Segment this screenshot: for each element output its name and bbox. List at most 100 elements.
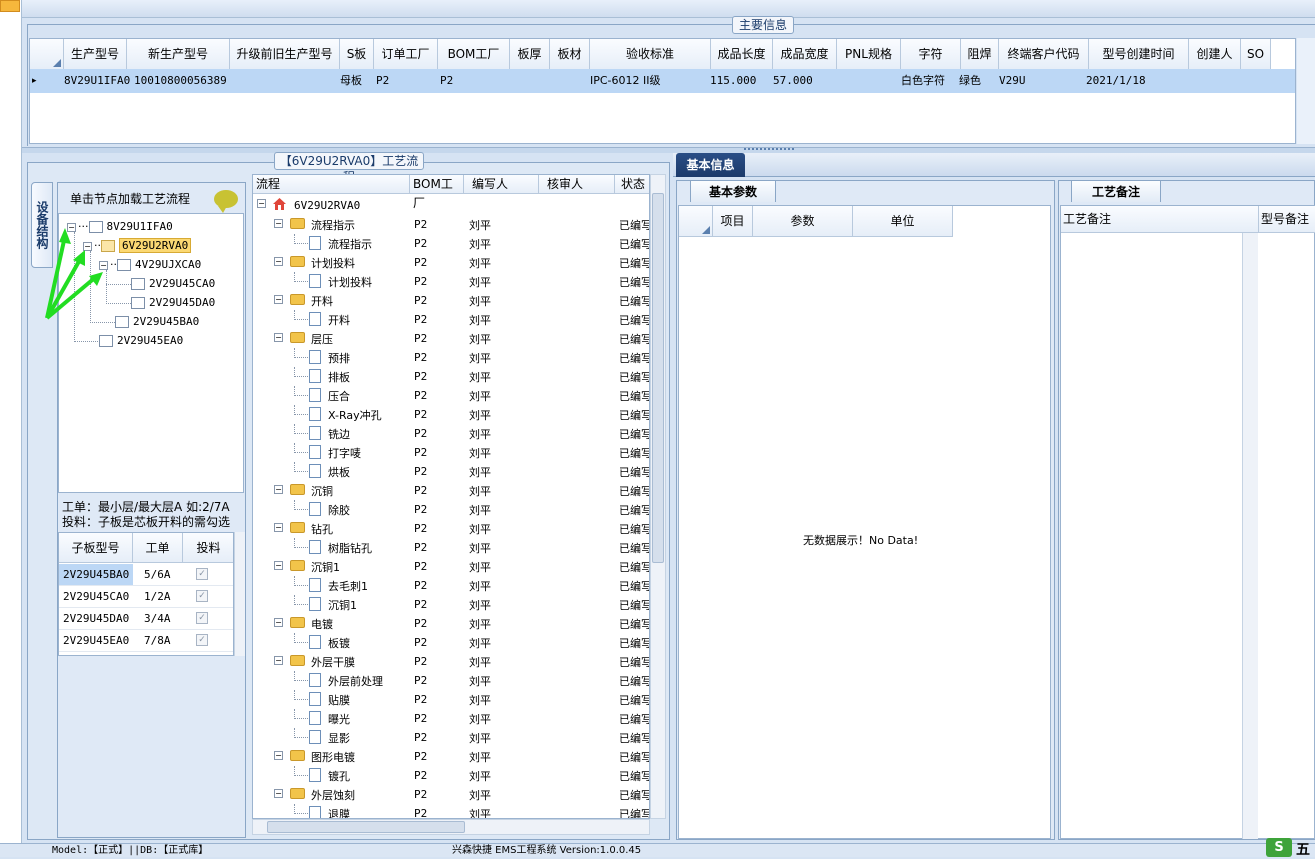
col-width[interactable]: 成品宽度 (773, 39, 837, 70)
process-step-row[interactable]: 流程指示 P2 刘平 已编写 (253, 234, 649, 253)
process-group-row[interactable]: − 钻孔 P2 刘平 已编写 (253, 519, 649, 538)
process-step-row[interactable]: 除胶 P2 刘平 已编写 (253, 500, 649, 519)
process-group-row[interactable]: − 图形电镀 P2 刘平 已编写 (253, 747, 649, 766)
process-group-row[interactable]: − 沉铜1 P2 刘平 已编写 (253, 557, 649, 576)
process-group-row[interactable]: − 沉铜 P2 刘平 已编写 (253, 481, 649, 500)
tree-node[interactable]: 2V29U45BA0 (115, 315, 199, 328)
table-row[interactable]: ▸ 8V29U1IFA0 10010800056389 母板 P2 P2 IPC… (30, 69, 1295, 93)
process-step-row[interactable]: 退膜 P2 刘平 已编写 (253, 804, 649, 818)
process-step-row[interactable]: 贴膜 P2 刘平 已编写 (253, 690, 649, 709)
col-mask[interactable]: 阻焊 (961, 39, 999, 70)
process-group-row[interactable]: − 外层蚀刻 P2 刘平 已编写 (253, 785, 649, 804)
col-sub-order[interactable]: 工单 (133, 533, 183, 563)
collapse-icon[interactable]: − (274, 257, 283, 266)
col-character[interactable]: 字符 (901, 39, 961, 70)
col-customer[interactable]: 终端客户代码 (999, 39, 1089, 70)
col-author[interactable]: 编写人 (464, 175, 539, 194)
tab-basic-param[interactable]: 基本参数 (690, 180, 776, 202)
process-step-row[interactable]: 去毛刺1 P2 刘平 已编写 (253, 576, 649, 595)
col-status[interactable]: 状态 (615, 175, 649, 194)
feed-checkbox[interactable]: ✓ (196, 634, 208, 646)
process-step-row[interactable]: 曝光 P2 刘平 已编写 (253, 709, 649, 728)
grid-corner[interactable] (679, 206, 713, 237)
process-step-row[interactable]: 沉铜1 P2 刘平 已编写 (253, 595, 649, 614)
col-process-remark[interactable]: 工艺备注 (1061, 206, 1259, 233)
col-material[interactable]: 板材 (550, 39, 590, 70)
feed-checkbox[interactable]: ✓ (196, 568, 208, 580)
col-standard[interactable]: 验收标准 (590, 39, 711, 70)
collapse-icon[interactable]: − (274, 295, 283, 304)
col-thickness[interactable]: 板厚 (510, 39, 550, 70)
table-row[interactable]: 2V29U45BA0 5/6A ✓ (59, 564, 233, 586)
col-model-remark[interactable]: 型号备注 (1259, 206, 1315, 233)
process-step-row[interactable]: 铣边 P2 刘平 已编写 (253, 424, 649, 443)
tree-node[interactable]: 2V29U45EA0 (99, 334, 183, 347)
process-group-row[interactable]: − 计划投料 P2 刘平 已编写 (253, 253, 649, 272)
main-grid-scroll[interactable] (1297, 38, 1315, 144)
process-group-row[interactable]: − 外层干膜 P2 刘平 已编写 (253, 652, 649, 671)
col-so[interactable]: SO (1241, 39, 1271, 70)
process-step-row[interactable]: 板镀 P2 刘平 已编写 (253, 633, 649, 652)
scroll-thumb[interactable] (267, 821, 465, 833)
table-row[interactable]: 2V29U45EA0 7/8A ✓ (59, 630, 233, 652)
process-group-row[interactable]: − 层压 P2 刘平 已编写 (253, 329, 649, 348)
col-reviewer[interactable]: 核审人 (539, 175, 615, 194)
table-row[interactable]: 2V29U45DA0 3/4A ✓ (59, 608, 233, 630)
collapse-icon[interactable]: − (274, 618, 283, 627)
collapse-icon[interactable]: − (274, 789, 283, 798)
collapse-icon[interactable]: − (274, 751, 283, 760)
tree-root[interactable]: − 6V29U2RVA0 (253, 196, 649, 215)
tab-process-remark[interactable]: 工艺备注 (1071, 180, 1161, 202)
col-pnl[interactable]: PNL规格 (837, 39, 901, 70)
collapse-icon[interactable]: − (274, 656, 283, 665)
process-step-row[interactable]: 开料 P2 刘平 已编写 (253, 310, 649, 329)
sub-grid-scrollbar[interactable] (234, 532, 245, 656)
process-step-row[interactable]: 树脂钻孔 P2 刘平 已编写 (253, 538, 649, 557)
collapse-icon[interactable]: − (274, 219, 283, 228)
collapse-icon[interactable]: − (257, 199, 266, 208)
grid-corner[interactable] (30, 39, 64, 70)
tab-basic-info[interactable]: 基本信息 (676, 153, 745, 177)
process-step-row[interactable]: 排板 P2 刘平 已编写 (253, 367, 649, 386)
process-vertical-scrollbar[interactable] (650, 174, 666, 819)
table-row[interactable]: 2V29U45CA0 1/2A ✓ (59, 586, 233, 608)
col-sub-feed[interactable]: 投料 (183, 533, 233, 563)
collapse-icon[interactable]: − (274, 561, 283, 570)
col-unit[interactable]: 单位 (853, 206, 953, 237)
process-step-row[interactable]: 压合 P2 刘平 已编写 (253, 386, 649, 405)
collapse-icon[interactable]: − (274, 523, 283, 532)
orange-tab-marker[interactable] (0, 0, 20, 12)
col-bom-factory[interactable]: BOM工厂 (438, 39, 510, 70)
tree-node[interactable]: 2V29U45CA0 (131, 277, 215, 290)
col-bom-factory[interactable]: BOM工厂 (410, 175, 464, 210)
process-group-row[interactable]: − 电镀 P2 刘平 已编写 (253, 614, 649, 633)
col-prod-model[interactable]: 生产型号 (64, 39, 127, 70)
process-step-row[interactable]: 烘板 P2 刘平 已编写 (253, 462, 649, 481)
tree-node[interactable]: 2V29U45DA0 (131, 296, 215, 309)
col-order-factory[interactable]: 订单工厂 (374, 39, 438, 70)
process-step-row[interactable]: 镀孔 P2 刘平 已编写 (253, 766, 649, 785)
col-new-model[interactable]: 新生产型号 (127, 39, 230, 70)
process-step-row[interactable]: 预排 P2 刘平 已编写 (253, 348, 649, 367)
col-length[interactable]: 成品长度 (711, 39, 773, 70)
ime-mode-label[interactable]: 五 (1296, 839, 1310, 859)
process-step-row[interactable]: 外层前处理 P2 刘平 已编写 (253, 671, 649, 690)
col-sub-model[interactable]: 子板型号 (59, 533, 133, 563)
feed-checkbox[interactable]: ✓ (196, 612, 208, 624)
col-param[interactable]: 参数 (753, 206, 853, 237)
process-step-row[interactable]: X-Ray冲孔 P2 刘平 已编写 (253, 405, 649, 424)
process-group-row[interactable]: − 流程指示 P2 刘平 已编写 (253, 215, 649, 234)
process-step-row[interactable]: 打字唛 P2 刘平 已编写 (253, 443, 649, 462)
feed-checkbox[interactable]: ✓ (196, 590, 208, 602)
col-created[interactable]: 型号创建时间 (1089, 39, 1189, 70)
process-step-row[interactable]: 计划投料 P2 刘平 已编写 (253, 272, 649, 291)
col-process[interactable]: 流程 (253, 175, 410, 194)
process-group-row[interactable]: − 开料 P2 刘平 已编写 (253, 291, 649, 310)
col-item[interactable]: 项目 (713, 206, 753, 237)
col-creator[interactable]: 创建人 (1189, 39, 1241, 70)
col-old-model[interactable]: 升级前旧生产型号 (230, 39, 340, 70)
remark-scrollbar[interactable] (1242, 233, 1258, 839)
ime-logo-icon[interactable]: S (1266, 838, 1292, 857)
scroll-thumb[interactable] (652, 193, 664, 563)
collapse-icon[interactable]: − (274, 333, 283, 342)
